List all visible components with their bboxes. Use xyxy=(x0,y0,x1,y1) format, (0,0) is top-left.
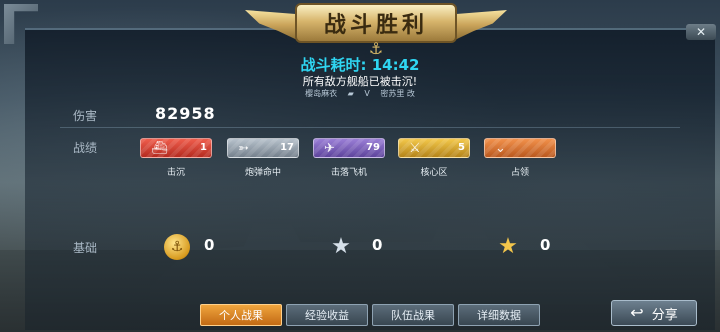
divider xyxy=(60,127,680,128)
coin-value: 0 xyxy=(204,236,215,254)
share-label: 分享 xyxy=(651,307,678,323)
medal-shell-hits: ➳ 17 xyxy=(227,138,299,158)
medal-sink: ⛴ 1 xyxy=(140,138,212,158)
medal-label: 击沉 xyxy=(166,168,185,178)
victory-title-plate: 战斗胜利 xyxy=(295,3,457,43)
share-button[interactable]: ↩ 分享 xyxy=(611,300,697,326)
close-button[interactable]: ✕ xyxy=(686,24,716,40)
tab-detailed-data[interactable]: 详细数据 xyxy=(458,304,540,326)
coin-icon: ⚓ xyxy=(164,234,190,260)
medal-label: 占领 xyxy=(510,168,529,178)
chevron-icon: ⌄ xyxy=(495,141,506,156)
medal-label: 击落飞机 xyxy=(330,168,367,178)
medal-capture: ⌄ xyxy=(484,138,556,158)
ship-icon: ⛴ xyxy=(151,141,168,156)
tab-team-results[interactable]: 队伍战果 xyxy=(372,304,454,326)
battle-time: 战斗耗时: 14:42 xyxy=(300,56,420,74)
opponent-name: 密苏里 改 xyxy=(380,89,415,98)
matchup-line: 樱岛麻衣 ▰ V 密苏里 改 xyxy=(0,88,720,99)
tab-experience[interactable]: 经验收益 xyxy=(286,304,368,326)
medal-count: 5 xyxy=(458,142,465,153)
flag-icon: ▰ xyxy=(347,89,354,98)
damage-label: 伤害 xyxy=(73,109,98,123)
victory-title: 战斗胜利 xyxy=(323,13,428,38)
battle-result-text: 所有敌方舰船已被击沉! xyxy=(302,75,418,88)
medal-count: 79 xyxy=(366,142,380,153)
vs-text: V xyxy=(364,89,370,98)
victory-emblem: 战斗胜利 ⚓ xyxy=(245,0,507,58)
medal-core-zone: ⚔ 5 xyxy=(398,138,470,158)
gun-icon: ⚔ xyxy=(409,141,421,156)
medal-count: 1 xyxy=(200,142,207,153)
silver-star-value: 0 xyxy=(372,236,383,254)
gold-star-icon: ★ xyxy=(498,234,518,259)
close-icon: ✕ xyxy=(695,25,707,39)
share-arrow-icon: ↩ xyxy=(630,303,644,322)
medal-planes-downed: ✈ 79 xyxy=(313,138,385,158)
plane-icon: ✈ xyxy=(324,141,335,156)
medal-label: 炮弹命中 xyxy=(244,168,281,178)
medal-label: 核心区 xyxy=(420,168,448,178)
achievements-label: 战绩 xyxy=(73,141,98,155)
basic-label: 基础 xyxy=(73,241,98,255)
result-tabs: 个人战果 经验收益 队伍战果 详细数据 xyxy=(200,304,540,326)
gold-star-value: 0 xyxy=(540,236,551,254)
player-name: 樱岛麻衣 xyxy=(305,89,338,98)
silver-star-icon: ★ xyxy=(331,234,351,259)
medal-count: 17 xyxy=(280,142,294,153)
tab-personal-results[interactable]: 个人战果 xyxy=(200,304,282,326)
shell-icon: ➳ xyxy=(238,141,249,156)
damage-value: 82958 xyxy=(155,104,216,123)
